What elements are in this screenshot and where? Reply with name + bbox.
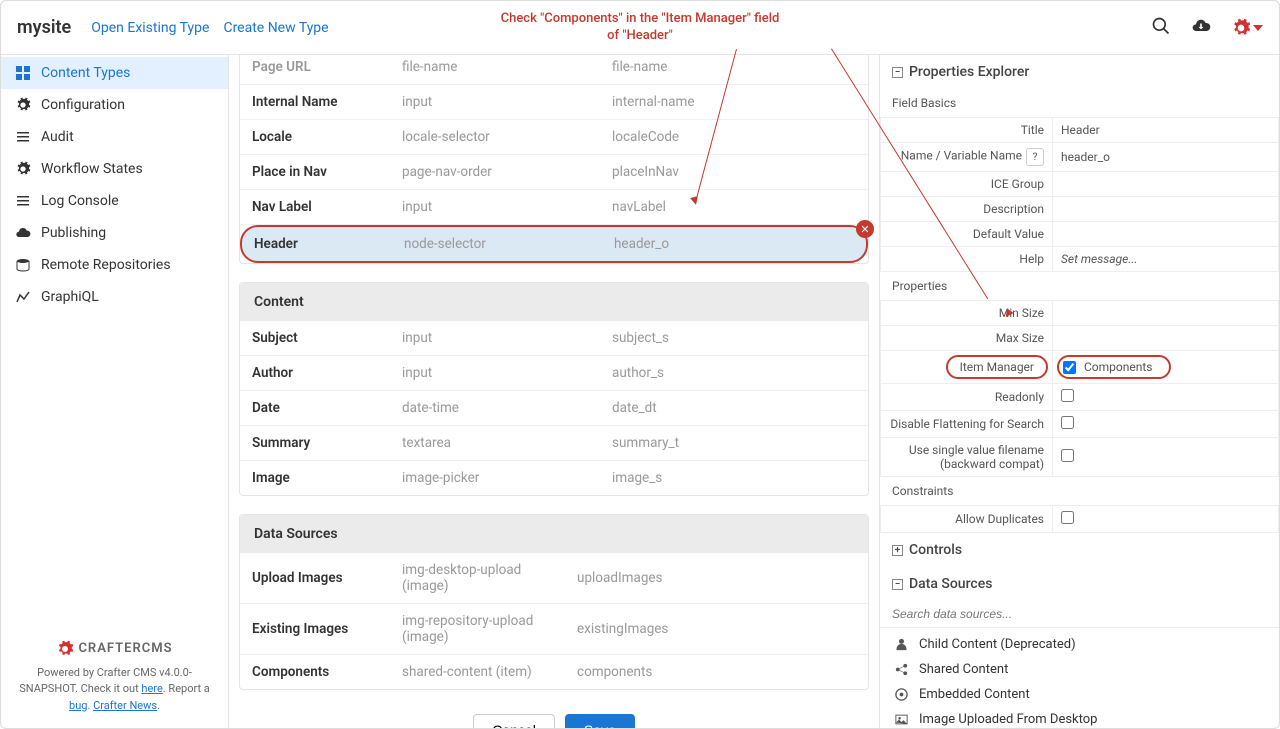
- ds-item-shared-content[interactable]: Shared Content: [880, 657, 1279, 682]
- ds-row[interactable]: Upload Imagesimg-desktop-upload(image)up…: [240, 553, 868, 604]
- data-sources-header[interactable]: −Data Sources: [880, 567, 1279, 601]
- max-size-value[interactable]: [1053, 326, 1279, 351]
- sidebar-item-audit[interactable]: Audit: [1, 121, 228, 153]
- action-buttons: Cancel Save: [239, 708, 869, 728]
- controls-header[interactable]: +Controls: [880, 533, 1279, 567]
- item-manager-components-checkbox[interactable]: [1063, 361, 1076, 374]
- right-panel: −Properties Explorer Field Basics TitleH…: [879, 55, 1279, 728]
- constraints-table: Allow Duplicates: [880, 505, 1279, 533]
- ds-item-image-desktop[interactable]: Image Uploaded From Desktop: [880, 707, 1279, 728]
- sidebar-item-log-console[interactable]: Log Console: [1, 185, 228, 217]
- footer-bug-link[interactable]: bug: [69, 699, 87, 712]
- title-value[interactable]: Header: [1053, 118, 1279, 143]
- ds-row[interactable]: Componentsshared-content (item)component…: [240, 655, 868, 689]
- field-row[interactable]: Authorinputauthor_s: [240, 356, 868, 391]
- save-button[interactable]: Save: [565, 714, 635, 728]
- annotation-text: Check "Components" in the "Item Manager"…: [501, 11, 780, 45]
- ds-item-child-content[interactable]: Child Content (Deprecated): [880, 632, 1279, 657]
- field-basics-table: TitleHeader Name / Variable Name?header_…: [880, 117, 1279, 272]
- properties-header: Properties: [880, 272, 1279, 300]
- search-data-sources-input[interactable]: [880, 601, 1279, 628]
- single-value-filename-checkbox[interactable]: [1061, 449, 1074, 462]
- field-row[interactable]: Summarytextareasummary_t: [240, 426, 868, 461]
- sidebar-item-publishing[interactable]: Publishing: [1, 217, 228, 249]
- crafter-logo: CRAFTERCMS: [11, 639, 218, 659]
- fields-table: Page URLfile-namefile-name Internal Name…: [239, 55, 869, 264]
- ice-group-value[interactable]: [1053, 172, 1279, 197]
- ds-item-embedded-content[interactable]: Embedded Content: [880, 682, 1279, 707]
- default-value[interactable]: [1053, 222, 1279, 247]
- content-table: Content Subjectinputsubject_s Authorinpu…: [239, 282, 869, 496]
- cloud-upload-icon[interactable]: [1191, 16, 1211, 40]
- data-sources-list: Child Content (Deprecated) Shared Conten…: [880, 628, 1279, 728]
- help-value[interactable]: Set message...: [1053, 247, 1279, 272]
- app-header: mysite Open Existing Type Create New Typ…: [1, 1, 1279, 55]
- ds-row[interactable]: Existing Imagesimg-repository-upload(ima…: [240, 604, 868, 655]
- disable-flattening-checkbox[interactable]: [1061, 416, 1074, 429]
- min-size-value[interactable]: [1053, 301, 1279, 326]
- field-row[interactable]: Imageimage-pickerimage_s: [240, 461, 868, 495]
- allow-duplicates-checkbox[interactable]: [1061, 511, 1074, 524]
- sidebar-item-graphiql[interactable]: GraphiQL: [1, 281, 228, 313]
- footer-news-link[interactable]: Crafter News: [93, 699, 157, 712]
- sidebar-item-remote-repositories[interactable]: Remote Repositories: [1, 249, 228, 281]
- field-row[interactable]: Nav LabelinputnavLabel: [240, 190, 868, 225]
- properties-explorer-header[interactable]: −Properties Explorer: [880, 55, 1279, 89]
- close-icon[interactable]: ✕: [856, 220, 874, 238]
- properties-table: Min Size Max Size Item ManagerComponents…: [880, 300, 1279, 477]
- settings-menu-icon[interactable]: [1231, 18, 1263, 38]
- search-icon[interactable]: [1151, 16, 1171, 40]
- readonly-checkbox[interactable]: [1061, 389, 1074, 402]
- cancel-button[interactable]: Cancel: [473, 714, 555, 728]
- description-value[interactable]: [1053, 197, 1279, 222]
- sidebar-footer: CRAFTERCMS Powered by Crafter CMS v4.0.0…: [1, 625, 228, 728]
- field-row[interactable]: Place in Navpage-nav-orderplaceInNav: [240, 155, 868, 190]
- field-row[interactable]: Subjectinputsubject_s: [240, 321, 868, 356]
- variable-name-value[interactable]: header_o: [1053, 143, 1279, 172]
- create-new-type-link[interactable]: Create New Type: [223, 20, 328, 36]
- site-name: mysite: [17, 17, 71, 38]
- data-sources-table: Data Sources Upload Imagesimg-desktop-up…: [239, 514, 869, 690]
- field-row[interactable]: Page URLfile-namefile-name: [240, 55, 868, 85]
- footer-here-link[interactable]: here: [141, 682, 162, 695]
- field-row[interactable]: Datedate-timedate_dt: [240, 391, 868, 426]
- data-sources-section-header: Data Sources: [240, 515, 868, 553]
- sidebar: Content Types Configuration Audit Workfl…: [1, 55, 229, 728]
- open-existing-type-link[interactable]: Open Existing Type: [91, 20, 209, 36]
- nav: Content Types Configuration Audit Workfl…: [1, 55, 228, 625]
- help-icon[interactable]: ?: [1026, 148, 1044, 166]
- sidebar-item-content-types[interactable]: Content Types: [1, 57, 228, 89]
- sidebar-item-configuration[interactable]: Configuration: [1, 89, 228, 121]
- field-row[interactable]: Internal Nameinputinternal-name: [240, 85, 868, 120]
- main-content: Page URLfile-namefile-name Internal Name…: [229, 55, 879, 728]
- sidebar-item-workflow-states[interactable]: Workflow States: [1, 153, 228, 185]
- constraints-header: Constraints: [880, 477, 1279, 505]
- field-row-header[interactable]: Headernode-selectorheader_o✕: [240, 225, 868, 263]
- field-row[interactable]: Localelocale-selectorlocaleCode: [240, 120, 868, 155]
- content-section-header: Content: [240, 283, 868, 321]
- field-basics-header: Field Basics: [880, 89, 1279, 117]
